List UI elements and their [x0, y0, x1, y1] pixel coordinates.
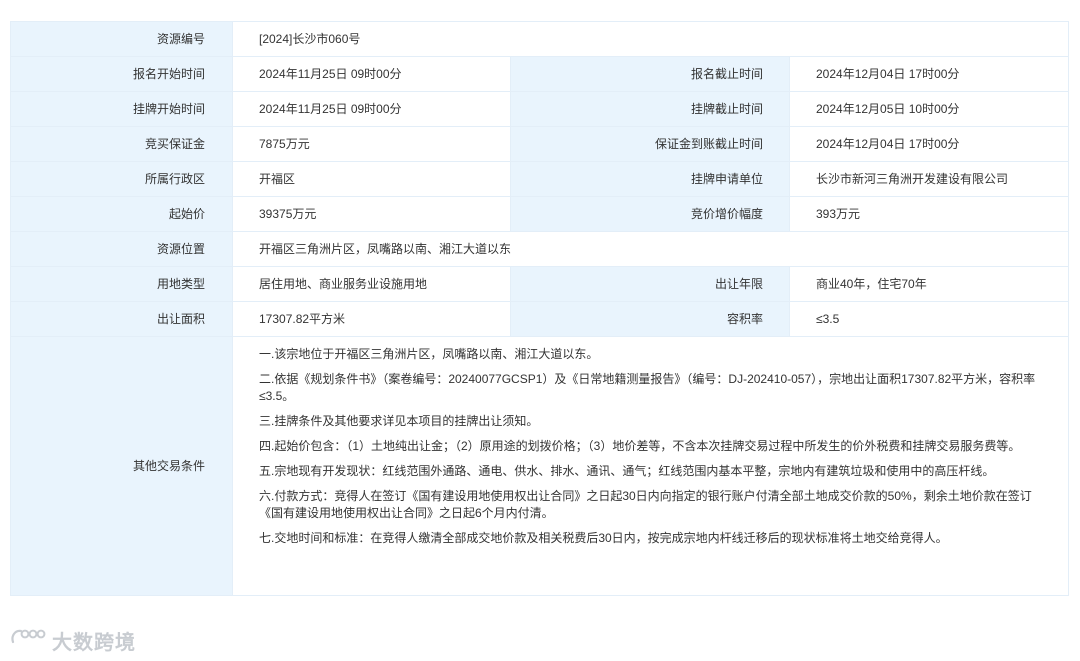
- registration-start-label: 报名开始时间: [10, 56, 233, 92]
- district-label: 所属行政区: [10, 161, 233, 197]
- resource-id-label: 资源编号: [10, 21, 233, 57]
- listing-end-label: 挂牌截止时间: [510, 91, 790, 127]
- row-starting-price: 起始价 39375万元 竞价增价幅度 393万元: [10, 196, 1069, 232]
- applicant-label: 挂牌申请单位: [510, 161, 790, 197]
- other-conditions-label: 其他交易条件: [10, 336, 233, 596]
- row-deposit: 竞买保证金 7875万元 保证金到账截止时间 2024年12月04日 17时00…: [10, 126, 1069, 162]
- deposit-deadline-label: 保证金到账截止时间: [510, 126, 790, 162]
- starting-price-label: 起始价: [10, 196, 233, 232]
- listing-start-value: 2024年11月25日 09时00分: [232, 91, 511, 127]
- listing-end-value: 2024年12月05日 10时00分: [789, 91, 1069, 127]
- starting-price-value: 39375万元: [232, 196, 511, 232]
- lease-term-label: 出让年限: [510, 266, 790, 302]
- land-use-value: 居住用地、商业服务业设施用地: [232, 266, 511, 302]
- area-value: 17307.82平方米: [232, 301, 511, 337]
- plot-ratio-value: ≤3.5: [789, 301, 1069, 337]
- condition-paragraph: 七.交地时间和标准：在竞得人缴清全部成交地价款及相关税费后30日内，按完成宗地内…: [259, 531, 948, 545]
- row-other-conditions: 其他交易条件 一.该宗地位于开福区三角洲片区，凤嘴路以南、湘江大道以东。 二.依…: [10, 336, 1069, 596]
- deposit-value: 7875万元: [232, 126, 511, 162]
- resource-id-value: [2024]长沙市060号: [232, 21, 1069, 57]
- condition-paragraph: 三.挂牌条件及其他要求详见本项目的挂牌出让须知。: [259, 414, 539, 428]
- logo-mark-icon: [10, 626, 48, 654]
- land-use-label: 用地类型: [10, 266, 233, 302]
- plot-ratio-label: 容积率: [510, 301, 790, 337]
- listing-start-label: 挂牌开始时间: [10, 91, 233, 127]
- condition-paragraph: 四.起始价包含：（1）土地纯出让金；（2）原用途的划拨价格；（3）地价差等，不含…: [259, 439, 1021, 453]
- registration-end-label: 报名截止时间: [510, 56, 790, 92]
- location-label: 资源位置: [10, 231, 233, 267]
- bid-increment-label: 竞价增价幅度: [510, 196, 790, 232]
- condition-paragraph: 二.依据《规划条件书》（案卷编号：20240077GCSP1）及《日常地籍测量报…: [259, 372, 1036, 403]
- row-location: 资源位置 开福区三角洲片区，凤嘴路以南、湘江大道以东: [10, 231, 1069, 267]
- condition-paragraph: 一.该宗地位于开福区三角洲片区，凤嘴路以南、湘江大道以东。: [259, 347, 599, 361]
- condition-paragraph: 五.宗地现有开发现状：红线范围外通路、通电、供水、排水、通讯、通气；红线范围内基…: [259, 464, 995, 478]
- applicant-value: 长沙市新河三角洲开发建设有限公司: [789, 161, 1069, 197]
- lease-term-value: 商业40年，住宅70年: [789, 266, 1069, 302]
- registration-start-value: 2024年11月25日 09时00分: [232, 56, 511, 92]
- area-label: 出让面积: [10, 301, 233, 337]
- district-value: 开福区: [232, 161, 511, 197]
- condition-paragraph: 六.付款方式：竞得人在签订《国有建设用地使用权出让合同》之日起30日内向指定的银…: [259, 489, 1032, 520]
- watermark: 大数跨境: [10, 626, 136, 654]
- row-listing-time: 挂牌开始时间 2024年11月25日 09时00分 挂牌截止时间 2024年12…: [10, 91, 1069, 127]
- registration-end-value: 2024年12月04日 17时00分: [789, 56, 1069, 92]
- watermark-text: 大数跨境: [52, 631, 136, 654]
- row-registration-time: 报名开始时间 2024年11月25日 09时00分 报名截止时间 2024年12…: [10, 56, 1069, 92]
- row-district: 所属行政区 开福区 挂牌申请单位 长沙市新河三角洲开发建设有限公司: [10, 161, 1069, 197]
- other-conditions-content: 一.该宗地位于开福区三角洲片区，凤嘴路以南、湘江大道以东。 二.依据《规划条件书…: [232, 336, 1069, 596]
- bid-increment-value: 393万元: [789, 196, 1069, 232]
- land-info-table: 资源编号 [2024]长沙市060号 报名开始时间 2024年11月25日 09…: [10, 21, 1069, 596]
- deposit-deadline-value: 2024年12月04日 17时00分: [789, 126, 1069, 162]
- deposit-label: 竞买保证金: [10, 126, 233, 162]
- row-resource-id: 资源编号 [2024]长沙市060号: [10, 21, 1069, 57]
- row-area: 出让面积 17307.82平方米 容积率 ≤3.5: [10, 301, 1069, 337]
- location-value: 开福区三角洲片区，凤嘴路以南、湘江大道以东: [232, 231, 1069, 267]
- row-land-use: 用地类型 居住用地、商业服务业设施用地 出让年限 商业40年，住宅70年: [10, 266, 1069, 302]
